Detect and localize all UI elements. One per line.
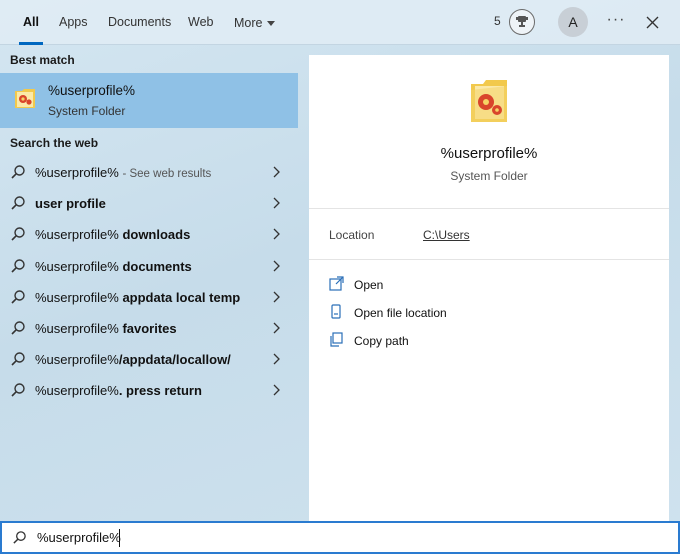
best-match-heading: Best match bbox=[10, 53, 75, 67]
folder-icon bbox=[14, 86, 36, 110]
web-result-text: %userprofile% documents bbox=[35, 258, 192, 274]
web-result-item[interactable]: %userprofile% downloads bbox=[0, 219, 298, 250]
search-icon bbox=[11, 290, 25, 304]
search-web-heading: Search the web bbox=[10, 136, 99, 150]
web-result-text: %userprofile% downloads bbox=[35, 227, 191, 243]
web-result-item[interactable]: %userprofile% - See web results bbox=[0, 157, 298, 188]
search-icon bbox=[11, 383, 25, 397]
chevron-right-icon bbox=[273, 291, 280, 303]
avatar[interactable]: A bbox=[558, 7, 588, 37]
file-location-icon bbox=[331, 304, 341, 319]
copy-icon bbox=[330, 332, 343, 347]
tab-apps[interactable]: Apps bbox=[57, 0, 90, 45]
tab-documents[interactable]: Documents bbox=[106, 0, 173, 45]
chevron-right-icon bbox=[273, 166, 280, 178]
web-result-text: %userprofile%/appdata/locallow/ bbox=[35, 352, 231, 368]
open-action[interactable]: Open bbox=[329, 276, 629, 296]
chevron-right-icon bbox=[273, 353, 280, 365]
rewards-trophy-icon[interactable] bbox=[509, 9, 535, 35]
best-match-title: %userprofile% bbox=[48, 83, 136, 98]
web-result-item[interactable]: %userprofile% documents bbox=[0, 251, 298, 282]
search-input[interactable]: %userprofile% bbox=[37, 530, 121, 545]
preview-subtitle: System Folder bbox=[450, 169, 528, 183]
chevron-right-icon bbox=[273, 384, 280, 396]
chevron-right-icon bbox=[273, 322, 280, 334]
chevron-right-icon bbox=[273, 197, 280, 209]
open-file-location-label: Open file location bbox=[354, 306, 447, 320]
text-cursor bbox=[119, 529, 120, 547]
web-result-text: %userprofile% favorites bbox=[35, 320, 177, 336]
web-result-text: %userprofile% - See web results bbox=[35, 165, 212, 180]
search-icon bbox=[11, 258, 25, 273]
copy-path-label: Copy path bbox=[354, 334, 409, 348]
open-window-icon bbox=[329, 276, 344, 291]
close-icon[interactable] bbox=[643, 12, 661, 32]
search-icon bbox=[11, 352, 25, 366]
best-match-subtitle: System Folder bbox=[48, 104, 126, 118]
search-icon bbox=[11, 227, 25, 241]
chevron-down-icon bbox=[267, 20, 276, 26]
web-result-item[interactable]: user profile bbox=[0, 188, 298, 219]
copy-path-action[interactable]: Copy path bbox=[329, 332, 629, 352]
search-icon bbox=[11, 321, 25, 335]
rewards-points: 5 bbox=[494, 14, 501, 28]
search-box[interactable]: %userprofile% bbox=[0, 521, 680, 554]
divider bbox=[309, 259, 669, 260]
more-options-icon[interactable]: ··· bbox=[605, 12, 627, 32]
search-icon bbox=[11, 196, 25, 210]
web-result-item[interactable]: %userprofile% favorites bbox=[0, 313, 298, 344]
chevron-right-icon bbox=[273, 228, 280, 240]
location-link[interactable]: C:\Users bbox=[423, 228, 470, 242]
tab-more-label: More bbox=[234, 15, 263, 30]
open-file-location-action[interactable]: Open file location bbox=[329, 304, 629, 324]
folder-icon bbox=[469, 76, 509, 124]
search-tab-bar: All Apps Documents Web More 5 A ··· bbox=[0, 0, 680, 45]
location-label: Location bbox=[329, 228, 375, 242]
chevron-right-icon bbox=[273, 260, 280, 272]
tab-all[interactable]: All bbox=[19, 0, 43, 45]
preview-title: %userprofile% bbox=[440, 145, 538, 162]
web-result-item[interactable]: %userprofile%/appdata/locallow/ bbox=[0, 344, 298, 375]
divider bbox=[309, 208, 669, 209]
web-result-text: %userprofile%. press return bbox=[35, 383, 202, 399]
web-result-text: %userprofile% appdata local temp bbox=[35, 289, 241, 305]
open-label: Open bbox=[354, 278, 384, 292]
web-result-item[interactable]: %userprofile% appdata local temp bbox=[0, 282, 298, 313]
web-results-list: %userprofile% - See web results user pro… bbox=[0, 157, 298, 407]
tab-web[interactable]: Web bbox=[186, 0, 215, 45]
tab-more[interactable]: More bbox=[232, 0, 277, 45]
search-icon bbox=[11, 165, 25, 179]
web-result-text: user profile bbox=[35, 196, 106, 212]
search-icon bbox=[13, 531, 26, 544]
preview-pane: %userprofile% System Folder Location C:\… bbox=[309, 55, 669, 521]
see-web-results-label: - See web results bbox=[122, 168, 212, 180]
best-match-item[interactable]: %userprofile% System Folder bbox=[0, 73, 298, 128]
web-result-item[interactable]: %userprofile%. press return bbox=[0, 375, 298, 406]
